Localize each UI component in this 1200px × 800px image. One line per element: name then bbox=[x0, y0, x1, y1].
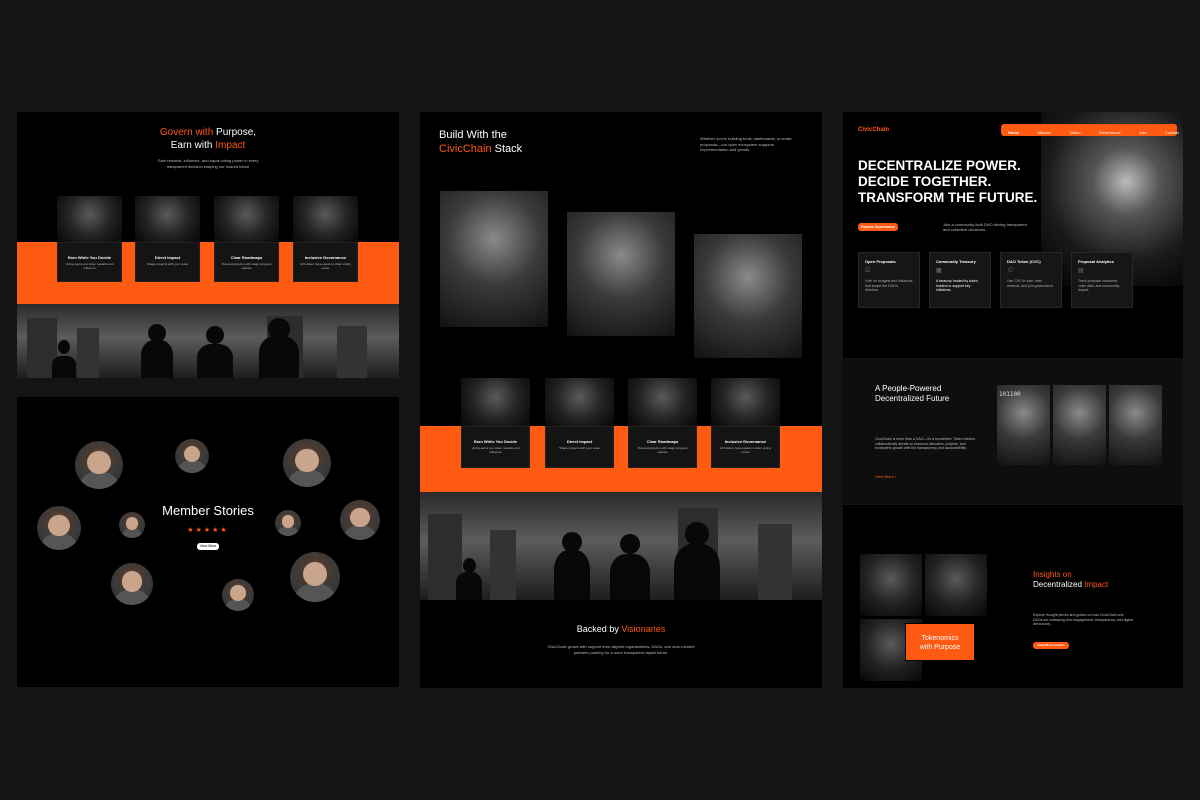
card-image-2 bbox=[545, 378, 614, 426]
panel-build-stack: Build With the CivicChain Stack Whether … bbox=[420, 112, 822, 688]
developer-image bbox=[440, 191, 548, 327]
read-more-articles-button[interactable]: Read More Articles bbox=[1033, 642, 1069, 649]
card-image-3 bbox=[214, 196, 279, 242]
feature-card-earn: Earn While You Decide Voting earns you t… bbox=[57, 242, 122, 282]
nav-join[interactable]: Join bbox=[1139, 127, 1146, 139]
card-image-1 bbox=[57, 196, 122, 242]
hero-headline: DECENTRALIZE POWER. DECIDE TOGETHER. TRA… bbox=[858, 158, 1038, 205]
member-avatar bbox=[75, 441, 123, 489]
panel-member-stories: Member Stories ★★★★★ View More bbox=[17, 397, 399, 687]
feature-card-governance: Inclusive Governance All holders have eq… bbox=[293, 242, 358, 282]
crowd-city-image bbox=[17, 304, 399, 378]
view-more-button[interactable]: View More bbox=[197, 543, 219, 550]
feature-card-earn: Earn While You Decide Voting earns you t… bbox=[461, 426, 530, 468]
treasury-icon: ▦ bbox=[936, 268, 942, 274]
hero-side-text: Join a community-built DAO driving trans… bbox=[943, 222, 1027, 233]
crowd-city-image bbox=[420, 492, 822, 600]
view-more-link[interactable]: View More › bbox=[875, 474, 896, 479]
crowd-night-image bbox=[567, 212, 675, 336]
feature-community-treasury: Community Treasury ▦ A treasury funded b… bbox=[929, 252, 991, 308]
card-image-4 bbox=[293, 196, 358, 242]
nav-governance[interactable]: Governance bbox=[1099, 127, 1121, 139]
feature-card-governance: Inclusive Governance All holders have eq… bbox=[711, 426, 780, 468]
insight-image-2 bbox=[925, 554, 987, 616]
insights-title: Insights on Decentralized Impact bbox=[1033, 570, 1109, 589]
member-avatar bbox=[290, 552, 340, 602]
panel-govern: Govern with Purpose, Earn with Impact Ga… bbox=[17, 112, 399, 378]
chat-icon: 💬︎ bbox=[1007, 268, 1015, 274]
insights-desc: Explore thought pieces and guides on how… bbox=[1033, 613, 1133, 627]
top-nav: Home Mission Vision Governance Join Cont… bbox=[1001, 124, 1179, 139]
card-image-4 bbox=[711, 378, 780, 426]
insight-image-1 bbox=[860, 554, 922, 616]
brand-logo[interactable]: CivicChain bbox=[858, 127, 889, 133]
card-image-3 bbox=[628, 378, 697, 426]
analytics-icon: ▤ bbox=[1078, 268, 1084, 274]
explore-governance-button[interactable]: Explore Governance bbox=[858, 223, 898, 231]
feature-card-roadmaps: Clear Roadmaps Proposal pipeline with st… bbox=[628, 426, 697, 468]
member-avatar bbox=[111, 563, 153, 605]
govern-subtitle: Gain rewards, influence, and equal votin… bbox=[157, 158, 259, 169]
panel-people-powered: A People-Powered Decentralized Future Ci… bbox=[843, 359, 1183, 504]
backed-title: Backed by Visionaries bbox=[576, 624, 666, 634]
member-avatar bbox=[175, 439, 209, 473]
rating-stars: ★★★★★ bbox=[187, 527, 229, 534]
backed-desc: CivicChain grows with support from align… bbox=[547, 644, 695, 655]
checklist-icon: ☑ bbox=[865, 268, 871, 274]
people-image-3 bbox=[1109, 385, 1162, 465]
panel-hero: CivicChain Home Mission Vision Governanc… bbox=[843, 112, 1183, 358]
build-intro: Whether you're building tools, dashboard… bbox=[700, 136, 792, 153]
panel-insights: Tokenomics with Purpose Insights on Dece… bbox=[843, 505, 1183, 688]
arrow-right-icon: › bbox=[894, 474, 897, 479]
feature-open-proposals: Open Proposals ☑ Vote on budgets and ini… bbox=[858, 252, 920, 308]
card-image-1 bbox=[461, 378, 530, 426]
feature-card-impact: Direct Impact Shape projects with your v… bbox=[545, 426, 614, 468]
nav-home[interactable]: Home bbox=[1008, 127, 1019, 139]
member-stories-title: Member Stories bbox=[162, 503, 254, 518]
tokenomics-overlay[interactable]: Tokenomics with Purpose bbox=[905, 623, 975, 661]
hologram-image bbox=[694, 234, 802, 358]
nav-vision[interactable]: Vision bbox=[1070, 127, 1081, 139]
people-image-1: 101100 bbox=[997, 385, 1050, 465]
govern-title: Govern with Purpose, Earn with Impact bbox=[159, 127, 257, 151]
build-title: Build With the CivicChain Stack bbox=[439, 129, 523, 155]
member-avatar bbox=[283, 439, 331, 487]
people-powered-desc: CivicChain is more than a DAO—it's a mov… bbox=[875, 437, 976, 451]
feature-card-roadmaps: Clear Roadmaps Proposal pipeline with st… bbox=[214, 242, 279, 282]
feature-card-impact: Direct Impact Shape projects with your v… bbox=[135, 242, 200, 282]
people-image-2 bbox=[1053, 385, 1106, 465]
people-powered-title: A People-Powered Decentralized Future bbox=[875, 384, 950, 403]
nav-contact[interactable]: Contact bbox=[1165, 127, 1179, 139]
feature-dao-token: DAO Token (CVC) 💬︎ Use CVC to vote, earn… bbox=[1000, 252, 1062, 308]
nav-mission[interactable]: Mission bbox=[1038, 127, 1052, 139]
card-image-2 bbox=[135, 196, 200, 242]
feature-proposal-analytics: Proposal Analytics ▤ Track proposal outc… bbox=[1071, 252, 1133, 308]
member-avatar bbox=[222, 579, 254, 611]
